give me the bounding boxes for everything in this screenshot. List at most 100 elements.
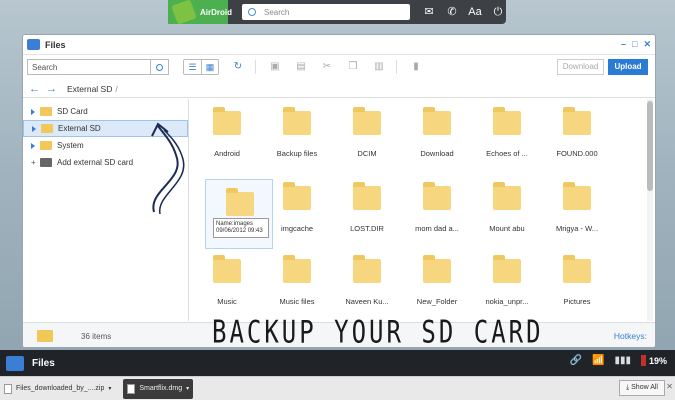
folder-icon xyxy=(493,107,521,135)
refresh-icon[interactable]: ↻ xyxy=(231,60,245,74)
folder-item[interactable]: Music files xyxy=(263,247,331,317)
sidebar-item-sd-card[interactable]: SD Card xyxy=(23,103,188,120)
folder-item[interactable]: Music xyxy=(193,247,261,317)
folder-item[interactable]: New_Folder xyxy=(403,247,471,317)
search-icon xyxy=(248,8,256,16)
folder-item[interactable]: imgcache xyxy=(263,174,331,244)
toolbar-divider xyxy=(255,60,256,74)
folder-name: Music files xyxy=(279,297,315,306)
tooltip-name: Name:images xyxy=(216,221,254,227)
rename-icon[interactable]: ▤ xyxy=(294,60,308,74)
folder-item[interactable]: mom dad a... xyxy=(403,174,471,244)
download-item[interactable]: Files_downloaded_by_....zip ▾ xyxy=(0,379,115,399)
files-search-input[interactable]: Search xyxy=(27,59,151,75)
back-arrow-icon[interactable]: ← xyxy=(29,83,40,95)
folder-item[interactable]: FOUND.000 xyxy=(543,99,611,169)
overlay-caption: BACKUP YOUR SD CARD xyxy=(212,314,544,351)
folder-icon xyxy=(40,141,52,150)
search-button[interactable] xyxy=(151,59,169,75)
expand-icon[interactable] xyxy=(31,108,35,115)
maximize-icon[interactable]: □ xyxy=(632,39,637,50)
folder-item[interactable]: Echoes of ... xyxy=(473,99,541,169)
phone-icon[interactable]: ✆ xyxy=(443,4,461,20)
folder-icon xyxy=(563,107,591,135)
list-view-icon[interactable]: ☰ xyxy=(184,60,201,74)
top-search-placeholder: Search xyxy=(264,7,290,17)
folder-icon xyxy=(353,107,381,135)
downloads-bar: Files_downloaded_by_....zip ▾ Smartflix.… xyxy=(0,376,675,400)
close-icon[interactable]: ✕ xyxy=(666,382,673,391)
item-count: 36 items xyxy=(81,331,112,341)
download-button[interactable]: Download xyxy=(557,59,604,75)
link-icon[interactable]: 🔗 xyxy=(570,355,582,366)
folder-name: imgcache xyxy=(280,224,314,233)
download-filename: Files_downloaded_by_....zip xyxy=(16,385,105,392)
toolbar-divider xyxy=(396,60,397,74)
upload-button[interactable]: Upload xyxy=(608,59,648,75)
files-search-placeholder: Search xyxy=(32,62,58,72)
hotkeys-link[interactable]: Hotkeys: xyxy=(614,331,647,341)
dropdown-icon[interactable]: ▾ xyxy=(186,385,189,392)
folder-item[interactable]: Naveen Ku... xyxy=(333,247,401,317)
expand-icon[interactable] xyxy=(32,125,36,132)
folder-name: Pictures xyxy=(563,297,591,306)
mail-icon[interactable]: ✉ xyxy=(420,4,438,20)
folder-item[interactable]: Android xyxy=(193,99,261,169)
folder-name: Mount abu xyxy=(489,224,525,233)
scrollbar-thumb[interactable] xyxy=(647,101,653,191)
folder-item[interactable]: Download xyxy=(403,99,471,169)
folder-name: Mrigya - W... xyxy=(555,224,599,233)
folder-item[interactable]: Mrigya - W... xyxy=(543,174,611,244)
folder-item[interactable]: LOST.DIR xyxy=(333,174,401,244)
download-item-active[interactable]: Smartflix.dmg ▾ xyxy=(123,378,194,399)
sidebar-item-label: SD Card xyxy=(57,107,88,116)
top-search-input[interactable]: Search xyxy=(242,4,410,20)
show-all-button[interactable]: ⤓ Show All xyxy=(619,380,665,396)
breadcrumb: ← → External SD / xyxy=(23,80,655,98)
forward-arrow-icon[interactable]: → xyxy=(46,83,57,95)
folder-icon xyxy=(493,255,521,283)
folder-icon xyxy=(493,182,521,210)
taskbar: Files 🔗 📶 ▮▮▮ 19% xyxy=(0,350,675,376)
expand-icon[interactable] xyxy=(31,142,35,149)
sidebar-item-label: System xyxy=(57,141,84,150)
folder-name: nokia_unpr... xyxy=(485,297,529,306)
delete-icon[interactable]: ▮ xyxy=(409,60,423,74)
download-filename: Smartflix.dmg xyxy=(139,385,183,392)
grid-view-icon[interactable]: ▦ xyxy=(201,60,218,74)
wifi-icon: 📶 xyxy=(592,355,605,366)
cut-icon[interactable]: ✂ xyxy=(320,60,334,74)
battery-percent: 19% xyxy=(648,355,667,366)
power-icon[interactable]: ⏻ xyxy=(489,4,507,20)
file-grid: Android Backup files DCIM Download Echoe… xyxy=(193,99,648,321)
text-icon[interactable]: Aa xyxy=(466,4,484,20)
folder-item[interactable]: DCIM xyxy=(333,99,401,169)
folder-icon xyxy=(213,107,241,135)
folder-icon xyxy=(423,255,451,283)
view-toggle: ☰ ▦ xyxy=(183,59,219,75)
airdroid-mascot-icon xyxy=(171,0,197,25)
folder-name: Naveen Ku... xyxy=(345,297,389,306)
folder-item[interactable]: Backup files xyxy=(263,99,331,169)
folder-icon xyxy=(423,182,451,210)
dropdown-icon[interactable]: ▾ xyxy=(108,385,111,392)
folder-item[interactable]: Pictures xyxy=(543,247,611,317)
folder-icon xyxy=(283,255,311,283)
files-taskbar-icon[interactable] xyxy=(6,355,24,371)
close-icon[interactable]: ✕ xyxy=(643,39,651,50)
airdroid-brand: AirDroid xyxy=(200,7,232,17)
folder-icon xyxy=(37,330,53,342)
copy-icon[interactable]: ❐ xyxy=(346,60,360,74)
airdroid-logo[interactable]: AirDroid xyxy=(168,0,232,25)
battery-indicator: 19% xyxy=(640,355,667,366)
paste-icon[interactable]: ▥ xyxy=(372,60,386,74)
scrollbar[interactable] xyxy=(647,99,653,321)
folder-item[interactable]: Mount abu xyxy=(473,174,541,244)
breadcrumb-current[interactable]: External SD xyxy=(67,84,112,94)
folder-icon xyxy=(283,182,311,210)
minimize-icon[interactable]: – xyxy=(621,39,626,50)
taskbar-app-label[interactable]: Files xyxy=(32,358,55,369)
new-folder-icon[interactable]: ▣ xyxy=(268,60,282,74)
folder-name: Download xyxy=(420,149,454,158)
folder-item[interactable]: nokia_unpr... xyxy=(473,247,541,317)
